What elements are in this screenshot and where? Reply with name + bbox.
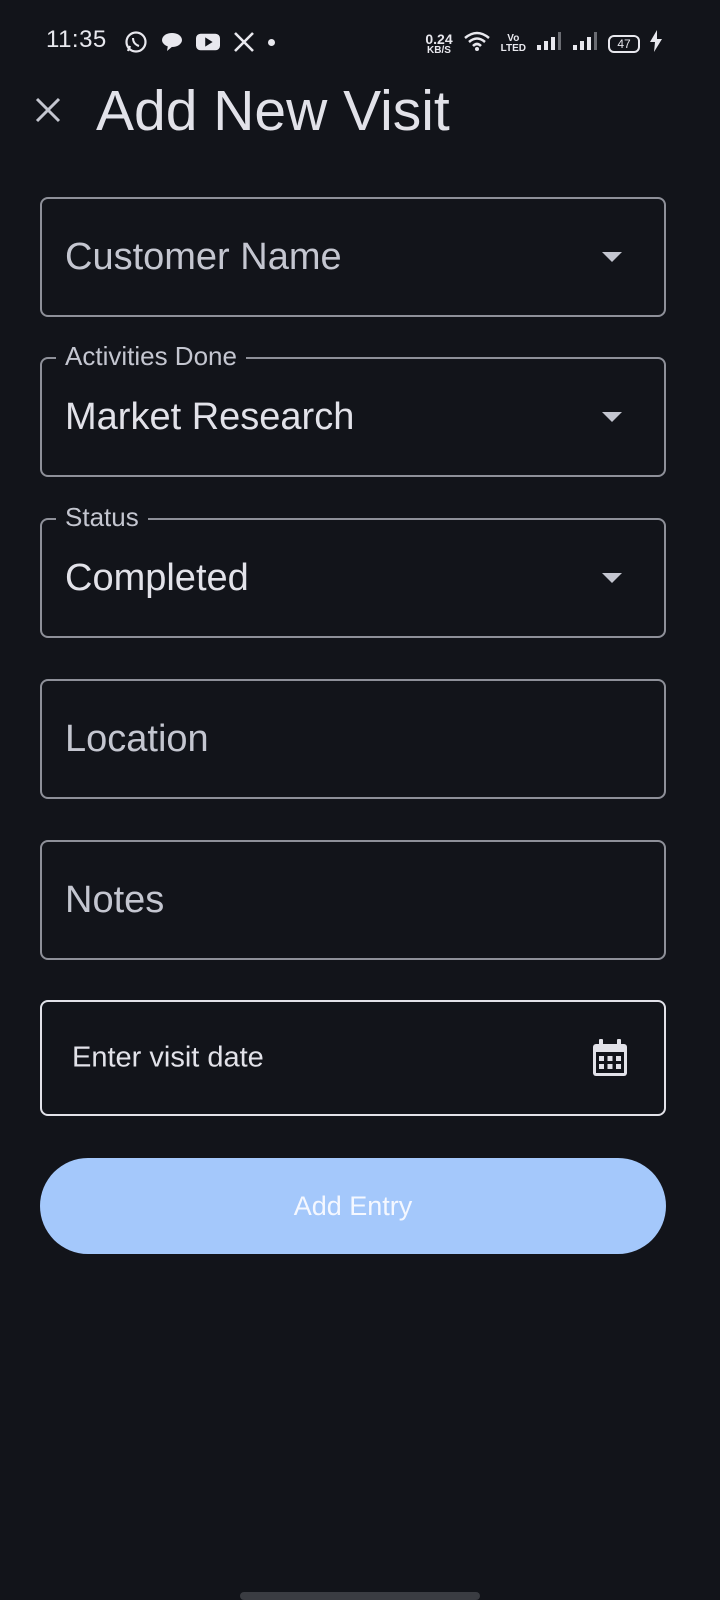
activities-done-dropdown[interactable]: Activities Done Market Research bbox=[40, 340, 666, 477]
signal-icon bbox=[536, 31, 562, 56]
notification-icons bbox=[124, 30, 275, 54]
status-dropdown[interactable]: Status Completed bbox=[40, 501, 666, 638]
visit-date-field[interactable]: Enter visit date bbox=[40, 1000, 666, 1116]
battery-level: 47 bbox=[617, 36, 631, 51]
status-time: 11:35 bbox=[46, 26, 107, 53]
volte-indicator: Vo LTED bbox=[500, 32, 526, 54]
whatsapp-icon bbox=[124, 30, 148, 54]
page-title: Add New Visit bbox=[96, 79, 450, 143]
x-icon bbox=[232, 30, 256, 54]
wifi-icon bbox=[463, 30, 491, 57]
visit-date-placeholder: Enter visit date bbox=[72, 1041, 264, 1074]
customer-name-placeholder: Customer Name bbox=[65, 236, 342, 278]
charging-icon bbox=[650, 30, 662, 57]
chevron-down-icon bbox=[602, 252, 622, 262]
notes-placeholder: Notes bbox=[65, 879, 165, 921]
dot-icon bbox=[268, 38, 275, 46]
status-value: Completed bbox=[65, 557, 249, 599]
volte-bottom: LTED bbox=[500, 42, 526, 54]
youtube-icon bbox=[196, 30, 220, 54]
status-label: Status bbox=[56, 501, 148, 533]
add-entry-button[interactable]: Add Entry bbox=[40, 1158, 666, 1254]
battery-icon: 47 bbox=[608, 34, 640, 53]
system-icons: 0.24 KB/S Vo LTED 47 bbox=[425, 30, 662, 57]
network-speed: 0.24 KB/S bbox=[425, 32, 452, 56]
chat-icon bbox=[160, 30, 184, 54]
customer-name-dropdown[interactable]: Customer Name bbox=[40, 197, 666, 317]
activities-done-value: Market Research bbox=[65, 396, 355, 438]
chevron-down-icon bbox=[602, 573, 622, 583]
volte-top: Vo bbox=[507, 32, 520, 44]
net-speed-value: 0.24 bbox=[425, 30, 453, 47]
notes-input[interactable]: Notes bbox=[40, 840, 666, 960]
status-bar: 11:35 0.24 KB/S Vo LTED 47 bbox=[0, 0, 720, 88]
chevron-down-icon bbox=[602, 412, 622, 422]
calendar-icon[interactable] bbox=[590, 1038, 630, 1078]
net-speed-unit: KB/S bbox=[427, 44, 451, 56]
location-input[interactable]: Location bbox=[40, 679, 666, 799]
location-placeholder: Location bbox=[65, 718, 209, 760]
close-icon[interactable] bbox=[30, 92, 66, 128]
home-indicator[interactable] bbox=[240, 1592, 480, 1600]
signal-icon-2 bbox=[572, 31, 598, 56]
activities-done-label: Activities Done bbox=[56, 340, 246, 372]
